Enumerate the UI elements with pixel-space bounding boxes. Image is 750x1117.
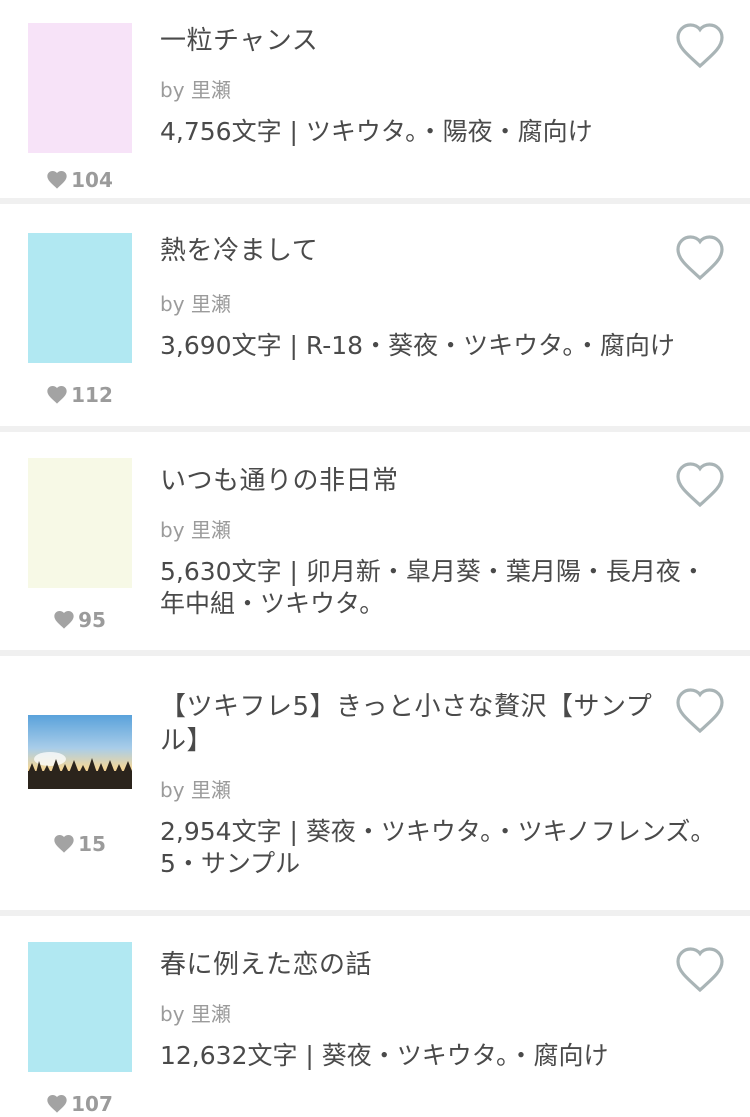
item-meta: 5,630文字 | 卯月新・皐月葵・葉月陽・長月夜・年中組・ツキウタ。 xyxy=(160,557,706,618)
like-count-value: 104 xyxy=(71,168,113,192)
item-title[interactable]: 【ツキフレ5】きっと小さな贅沢【サンプル】 xyxy=(160,690,660,758)
heart-icon xyxy=(47,386,67,404)
heart-outline-icon[interactable] xyxy=(674,234,726,282)
item-meta: 3,690文字 | R-18・葵夜・ツキウタ。・腐向け xyxy=(160,331,675,360)
like-count: 107 xyxy=(28,1092,132,1116)
item-meta: 2,954文字 | 葵夜・ツキウタ。・ツキノフレンズ。5・サンプル xyxy=(160,817,716,878)
item-meta: 12,632文字 | 葵夜・ツキウタ。・腐向け xyxy=(160,1041,609,1070)
item-author[interactable]: by 里瀬 xyxy=(160,774,231,803)
item-author[interactable]: by 里瀬 xyxy=(160,74,231,103)
like-count-value: 95 xyxy=(78,608,106,632)
item-title[interactable]: 一粒チャンス xyxy=(160,24,660,58)
list-item[interactable]: 112 熱を冷まして by 里瀬 3,690文字 | R-18・葵夜・ツキウタ。… xyxy=(0,198,750,426)
heart-icon xyxy=(47,171,67,189)
heart-icon xyxy=(54,835,74,853)
cover-image[interactable] xyxy=(28,233,132,363)
item-title[interactable]: いつも通りの非日常 xyxy=(160,464,660,498)
cover-image[interactable] xyxy=(28,458,132,588)
item-meta: 4,756文字 | ツキウタ。・陽夜・腐向け xyxy=(160,117,593,146)
cover-image[interactable] xyxy=(28,942,132,1072)
item-author[interactable]: by 里瀬 xyxy=(160,998,231,1027)
list-item[interactable]: 15 【ツキフレ5】きっと小さな贅沢【サンプル】 by 里瀬 2,954文字 |… xyxy=(0,650,750,910)
heart-outline-icon[interactable] xyxy=(674,22,726,70)
heart-outline-icon[interactable] xyxy=(674,687,726,735)
list-item[interactable]: 95 いつも通りの非日常 by 里瀬 5,630文字 | 卯月新・皐月葵・葉月陽… xyxy=(0,426,750,650)
list-item[interactable]: 107 春に例えた恋の話 by 里瀬 12,632文字 | 葵夜・ツキウタ。・腐… xyxy=(0,910,750,1117)
heart-icon xyxy=(47,1095,67,1113)
item-author[interactable]: by 里瀬 xyxy=(160,288,231,317)
like-count: 104 xyxy=(28,168,132,192)
heart-icon xyxy=(54,611,74,629)
like-count-value: 112 xyxy=(71,383,113,407)
list-item[interactable]: 104 一粒チャンス by 里瀬 4,756文字 | ツキウタ。・陽夜・腐向け xyxy=(0,0,750,198)
item-title[interactable]: 熱を冷まして xyxy=(160,234,660,268)
item-title[interactable]: 春に例えた恋の話 xyxy=(160,948,660,982)
like-count: 112 xyxy=(28,383,132,407)
like-count: 15 xyxy=(28,832,132,856)
cover-image[interactable] xyxy=(28,715,132,789)
like-count-value: 15 xyxy=(78,832,106,856)
like-count-value: 107 xyxy=(71,1092,113,1116)
item-author[interactable]: by 里瀬 xyxy=(160,514,231,543)
like-count: 95 xyxy=(28,608,132,632)
cover-image[interactable] xyxy=(28,23,132,153)
heart-outline-icon[interactable] xyxy=(674,461,726,509)
heart-outline-icon[interactable] xyxy=(674,946,726,994)
